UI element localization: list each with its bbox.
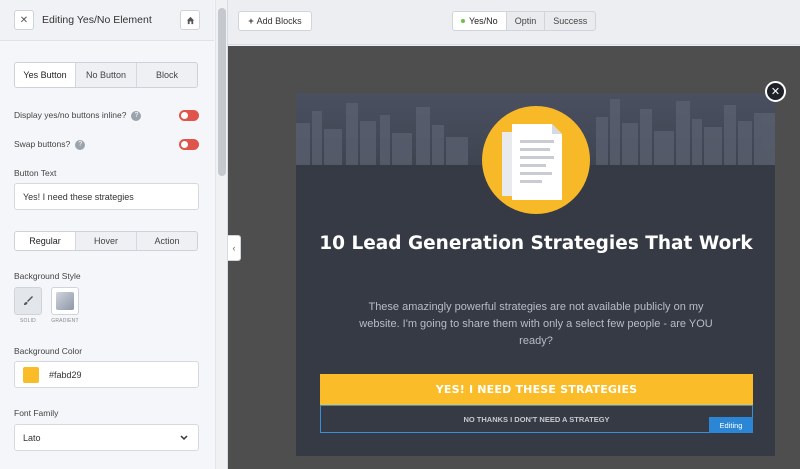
tab-no-button[interactable]: No Button: [76, 63, 137, 87]
toggle-knob: [181, 112, 188, 119]
popup-close-button[interactable]: ✕: [765, 81, 786, 102]
color-value: #fabd29: [49, 369, 82, 380]
popup-subtext: These amazingly powerful strategies are …: [359, 301, 713, 347]
add-blocks-label: Add Blocks: [256, 16, 302, 26]
swap-buttons-toggle[interactable]: [179, 139, 199, 150]
button-tabs: Yes Button No Button Block: [14, 62, 198, 88]
sidebar-header: ✕ Editing Yes/No Element: [0, 0, 214, 41]
close-icon: ✕: [19, 14, 29, 26]
tab-hover[interactable]: Hover: [76, 232, 137, 250]
editor-topbar: + Add Blocks Yes/No Optin Success: [228, 0, 800, 45]
gradient-swatch-icon: [56, 292, 74, 310]
state-tabs: Regular Hover Action: [14, 231, 198, 251]
sidebar-scrollbar[interactable]: [215, 0, 227, 469]
close-icon: ✕: [770, 86, 781, 98]
font-family-value: Lato: [23, 432, 41, 443]
add-blocks-button[interactable]: + Add Blocks: [238, 11, 312, 31]
solid-style-option[interactable]: [14, 287, 42, 315]
tab-regular[interactable]: Regular: [15, 232, 76, 250]
swap-buttons-label: Swap buttons?: [14, 139, 71, 149]
font-family-label: Font Family: [14, 408, 59, 418]
font-family-select[interactable]: Lato: [14, 424, 199, 451]
tab-block[interactable]: Block: [137, 63, 197, 87]
chevron-down-icon: [180, 434, 188, 440]
collapse-sidebar-button[interactable]: ‹: [228, 235, 241, 261]
button-text-input[interactable]: Yes! I need these strategies: [14, 183, 199, 210]
home-icon: [186, 16, 194, 24]
active-dot-icon: [461, 19, 465, 23]
popup-headline: 10 Lead Generation Strategies That Work: [319, 233, 753, 254]
view-switcher: Yes/No Optin Success: [452, 11, 597, 31]
inline-buttons-row: Display yes/no buttons inline??: [14, 110, 142, 121]
swap-buttons-row: Swap buttons??: [14, 139, 86, 150]
gradient-caption: GRADIENT: [51, 318, 79, 324]
toggle-knob: [181, 141, 188, 148]
inline-buttons-toggle[interactable]: [179, 110, 199, 121]
help-icon[interactable]: ?: [75, 139, 86, 150]
view-optin[interactable]: Optin: [507, 12, 546, 30]
document-icon: [482, 106, 590, 214]
tab-action[interactable]: Action: [137, 232, 197, 250]
inline-buttons-label: Display yes/no buttons inline?: [14, 110, 127, 120]
button-text-label: Button Text: [14, 168, 57, 178]
view-success[interactable]: Success: [545, 12, 595, 30]
color-swatch[interactable]: [23, 366, 39, 383]
no-button[interactable]: NO THANKS I DON'T NEED A STRATEGY: [320, 405, 753, 433]
background-style-label: Background Style: [14, 271, 81, 281]
chevron-left-icon: ‹: [232, 243, 236, 253]
paintbrush-icon: [24, 296, 33, 305]
view-yes-no[interactable]: Yes/No: [453, 12, 507, 30]
help-icon[interactable]: ?: [131, 110, 142, 121]
editor-sidebar: ✕ Editing Yes/No Element Yes Button No B…: [0, 0, 228, 469]
yes-button[interactable]: YES! I NEED THESE STRATEGIES: [320, 374, 753, 405]
background-color-label: Background Color: [14, 346, 83, 356]
plus-icon: +: [248, 16, 254, 26]
tab-yes-button[interactable]: Yes Button: [15, 63, 76, 87]
gradient-style-option[interactable]: [51, 287, 79, 315]
scrollbar-thumb[interactable]: [218, 8, 226, 176]
sidebar-title: Editing Yes/No Element: [42, 14, 152, 26]
solid-caption: SOLID: [19, 318, 36, 324]
close-editor-button[interactable]: ✕: [14, 10, 34, 30]
background-color-input[interactable]: #fabd29: [14, 361, 199, 388]
home-button[interactable]: [180, 10, 200, 30]
editing-badge: Editing: [709, 417, 753, 433]
view-yes-no-label: Yes/No: [469, 16, 498, 26]
optin-popup: 10 Lead Generation Strategies That Work …: [296, 93, 775, 456]
